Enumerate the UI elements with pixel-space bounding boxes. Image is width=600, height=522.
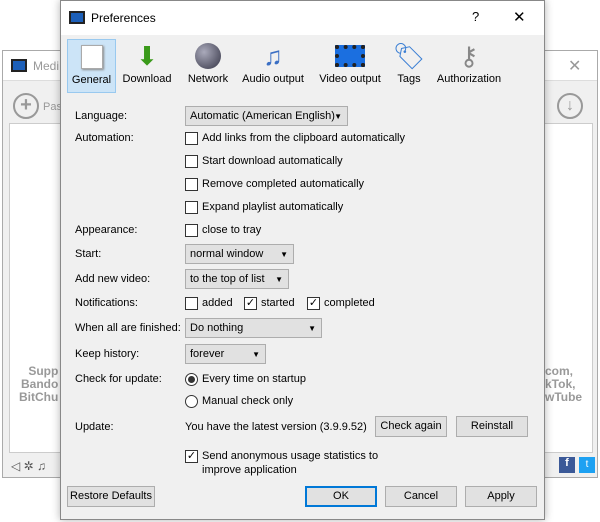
close-to-tray-checkbox[interactable] <box>185 224 198 237</box>
usage-stats-label-1: Send anonymous usage statistics to <box>202 450 379 462</box>
tag-icon: 🏷 <box>392 40 426 71</box>
notify-started-label: started <box>261 297 295 309</box>
bg-close-icon[interactable]: ✕ <box>568 56 581 76</box>
start-dropdown[interactable]: normal window <box>185 244 294 264</box>
notify-completed-checkbox[interactable]: ✓ <box>307 297 320 310</box>
reinstall-button[interactable]: Reinstall <box>456 416 528 437</box>
dialog-title: Preferences <box>91 11 156 25</box>
when-finished-dropdown[interactable]: Do nothing <box>185 318 322 338</box>
tab-tags[interactable]: 🏷 Tags <box>392 39 426 93</box>
add-icon[interactable]: + <box>13 93 39 119</box>
notify-completed-label: completed <box>324 297 375 309</box>
auto-remove-label: Remove completed automatically <box>202 178 365 190</box>
download-icon[interactable]: ↓ <box>557 93 583 119</box>
preferences-dialog: Preferences ? ✕ General ⬇ Download Networ… <box>60 0 545 520</box>
auto-clipboard-label: Add links from the clipboard automatical… <box>202 132 405 144</box>
bg-left-text: Supp Bando BitChu <box>19 364 59 404</box>
keep-history-dropdown[interactable]: forever <box>185 344 266 364</box>
film-icon <box>317 39 383 73</box>
add-new-video-dropdown[interactable]: to the top of list <box>185 269 289 289</box>
dialog-title-bar: Preferences ? ✕ <box>61 1 544 35</box>
close-button[interactable]: ✕ <box>513 8 526 26</box>
auto-expand-label: Expand playlist automatically <box>202 201 344 213</box>
auto-start-checkbox[interactable] <box>185 155 198 168</box>
every-startup-radio[interactable] <box>185 373 198 386</box>
notifications-label: Notifications: <box>75 297 138 309</box>
every-startup-label: Every time on startup <box>202 373 306 385</box>
notify-added-checkbox[interactable] <box>185 297 198 310</box>
keep-history-label: Keep history: <box>75 348 140 360</box>
auto-start-label: Start download automatically <box>202 155 343 167</box>
facebook-icon[interactable]: f <box>559 457 575 473</box>
start-label: Start: <box>75 248 102 260</box>
tab-authorization[interactable]: ⚷ Authorization <box>435 39 503 93</box>
usage-stats-checkbox[interactable]: ✓ <box>185 450 198 463</box>
bottom-tool-icons[interactable]: ◁ ✲ ♫ <box>11 459 46 473</box>
ok-button[interactable]: OK <box>305 486 377 507</box>
switch-icon <box>68 40 115 74</box>
tab-general[interactable]: General <box>67 39 116 93</box>
when-finished-label: When all are finished: <box>75 322 181 334</box>
auto-expand-checkbox[interactable] <box>185 201 198 214</box>
notify-started-checkbox[interactable]: ✓ <box>244 297 257 310</box>
restore-defaults-button[interactable]: Restore Defaults <box>67 486 155 507</box>
app-icon <box>69 11 85 24</box>
tab-network[interactable]: Network <box>183 39 233 93</box>
auto-clipboard-checkbox[interactable] <box>185 132 198 145</box>
language-dropdown[interactable]: Automatic (American English) <box>185 106 348 126</box>
notify-added-label: added <box>202 297 233 309</box>
bg-right-text: com, kTok, wTube <box>545 364 583 404</box>
tab-audio-output[interactable]: ♫ Audio output <box>239 39 307 93</box>
update-label: Update: <box>75 421 114 433</box>
music-note-icon: ♫ <box>263 40 283 71</box>
bg-title: Medi <box>33 59 60 73</box>
close-to-tray-label: close to tray <box>202 224 262 236</box>
globe-icon <box>183 39 233 73</box>
usage-stats-label-2: improve application <box>202 464 297 476</box>
help-button[interactable]: ? <box>472 9 479 24</box>
app-icon <box>11 59 27 72</box>
update-status: You have the latest version (3.9.9.52) <box>185 421 367 433</box>
auto-remove-checkbox[interactable] <box>185 178 198 191</box>
keys-icon: ⚷ <box>459 40 479 71</box>
check-again-button[interactable]: Check again <box>375 416 447 437</box>
download-arrow-icon: ⬇ <box>136 40 158 71</box>
check-update-label: Check for update: <box>75 373 162 385</box>
tab-download[interactable]: ⬇ Download <box>121 39 173 93</box>
add-new-video-label: Add new video: <box>75 273 151 285</box>
manual-check-label: Manual check only <box>202 395 294 407</box>
manual-check-radio[interactable] <box>185 395 198 408</box>
automation-label: Automation: <box>75 132 134 144</box>
cancel-button[interactable]: Cancel <box>385 486 457 507</box>
language-label: Language: <box>75 110 127 122</box>
tab-video-output[interactable]: Video output <box>317 39 383 93</box>
twitter-icon[interactable]: t <box>579 457 595 473</box>
appearance-label: Appearance: <box>75 224 138 236</box>
apply-button[interactable]: Apply <box>465 486 537 507</box>
